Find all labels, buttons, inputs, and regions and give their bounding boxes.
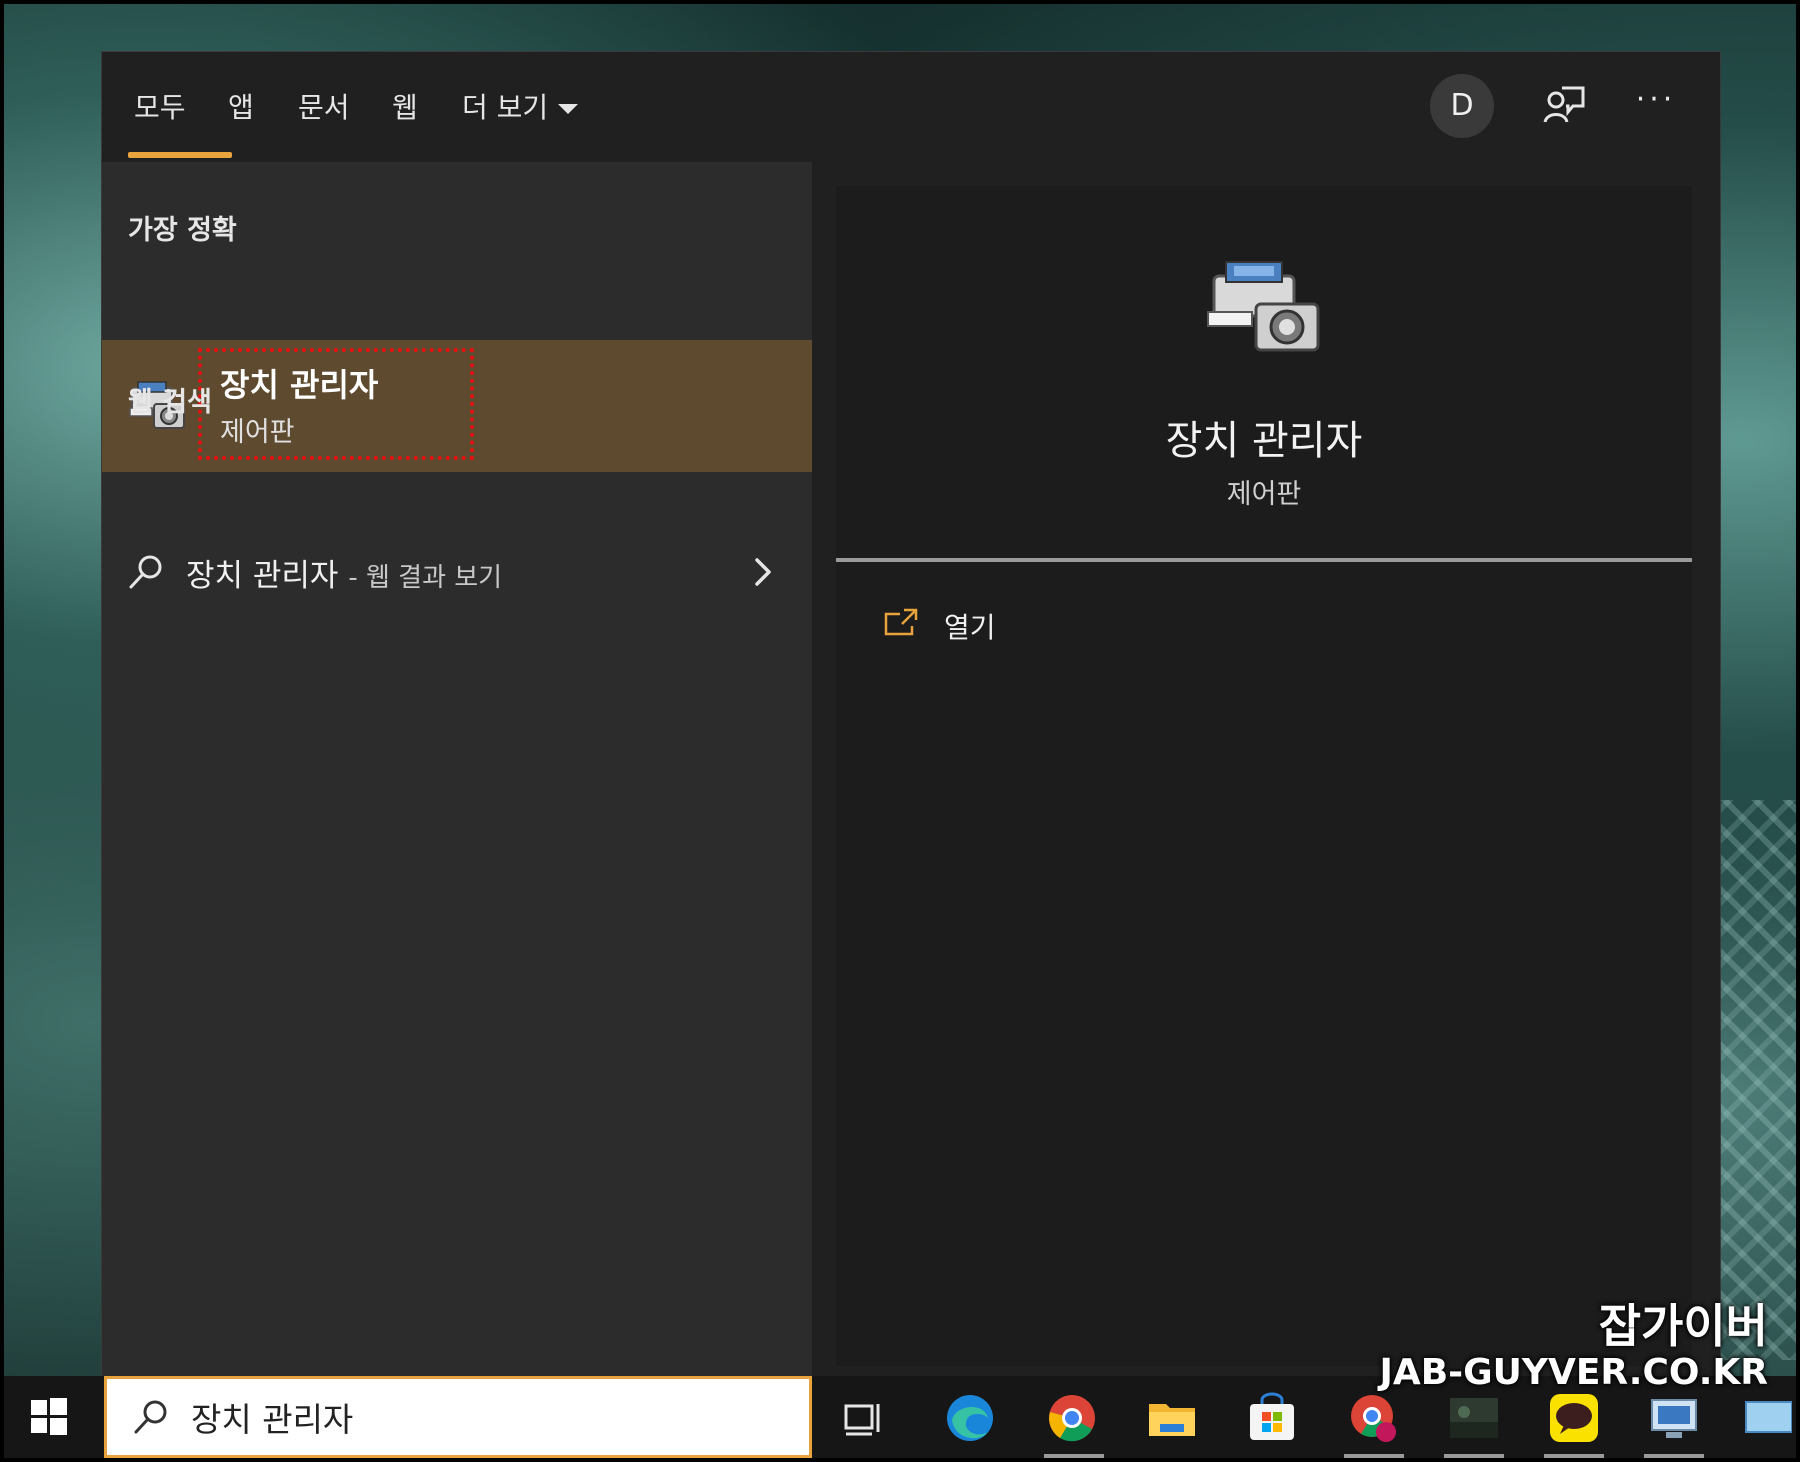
microsoft-store-icon[interactable] xyxy=(1246,1392,1298,1444)
edge-icon[interactable] xyxy=(944,1392,996,1444)
running-indicator xyxy=(1644,1454,1704,1458)
windows-search-panel: 모두 앱 문서 웹 더 보기 D ··· 가장 정확 장치 관리자 제어판 웹 … xyxy=(102,52,1720,1376)
web-search-query: 장치 관리자 xyxy=(186,558,339,594)
user-avatar[interactable]: D xyxy=(1430,74,1494,138)
search-header: 모두 앱 문서 웹 더 보기 D ··· xyxy=(102,52,1720,162)
results-list: 가장 정확 장치 관리자 제어판 웹 검색 장치 관리자 - 웹 결과 보기 xyxy=(102,162,812,1376)
chrome-icon[interactable] xyxy=(1046,1392,1098,1444)
running-indicator xyxy=(1344,1454,1404,1458)
taskbar-search-box[interactable]: 장치 관리자 xyxy=(104,1376,812,1458)
web-search-label: 웹 검색 xyxy=(128,387,212,418)
preview-title: 장치 관리자 xyxy=(1165,418,1363,464)
search-icon xyxy=(129,555,162,589)
file-explorer-icon[interactable] xyxy=(1146,1392,1198,1444)
running-indicator xyxy=(1544,1454,1604,1458)
best-match-subtitle: 제어판 xyxy=(220,417,295,448)
preview-subtitle: 제어판 xyxy=(1226,479,1302,510)
tab-web[interactable]: 웹 xyxy=(392,88,418,128)
more-options-icon[interactable]: ··· xyxy=(1632,80,1680,124)
monitor-app-icon[interactable] xyxy=(1648,1392,1700,1444)
search-input[interactable]: 장치 관리자 xyxy=(191,1393,353,1441)
device-manager-icon-large xyxy=(1207,261,1320,352)
active-tab-indicator xyxy=(128,152,232,158)
web-search-suffix: - 웹 결과 보기 xyxy=(348,563,503,593)
web-search-result[interactable]: 장치 관리자 - 웹 결과 보기 xyxy=(102,542,812,606)
running-indicator xyxy=(1044,1454,1104,1458)
windows-start-icon[interactable] xyxy=(30,1398,68,1436)
best-match-label: 가장 정확 xyxy=(128,215,237,246)
tab-apps[interactable]: 앱 xyxy=(228,88,254,128)
caret-down-icon xyxy=(558,104,579,114)
preview-pane: 장치 관리자 제어판 열기 xyxy=(812,162,1720,1376)
background-diamond-plate xyxy=(1720,800,1796,1360)
tab-documents[interactable]: 문서 xyxy=(298,88,350,128)
chrome-profile-icon[interactable] xyxy=(1348,1392,1400,1444)
watermark-url: JAB-GUYVER.CO.KR xyxy=(1379,1352,1768,1393)
open-action-label: 열기 xyxy=(944,611,996,644)
best-match-title: 장치 관리자 xyxy=(220,366,379,404)
tab-more[interactable]: 더 보기 xyxy=(462,88,579,128)
open-action[interactable]: 열기 xyxy=(884,600,1184,660)
open-external-icon xyxy=(884,608,918,636)
kakaotalk-icon[interactable] xyxy=(1548,1392,1600,1444)
game-app-icon[interactable] xyxy=(1448,1392,1500,1444)
search-icon xyxy=(134,1400,167,1434)
watermark-korean: 잡가이버 xyxy=(1598,1299,1768,1353)
tab-all[interactable]: 모두 xyxy=(134,88,186,128)
preview-card: 장치 관리자 제어판 열기 xyxy=(836,186,1692,1366)
preview-divider xyxy=(836,558,1692,562)
web-search-text: 장치 관리자 - 웹 결과 보기 xyxy=(186,550,502,595)
task-view-icon[interactable] xyxy=(844,1400,884,1436)
tab-more-label: 더 보기 xyxy=(462,91,549,124)
chevron-right-icon[interactable] xyxy=(748,554,778,590)
feedback-icon[interactable] xyxy=(1542,84,1586,128)
running-indicator xyxy=(1444,1454,1504,1458)
screen-app-icon[interactable] xyxy=(1744,1392,1792,1444)
